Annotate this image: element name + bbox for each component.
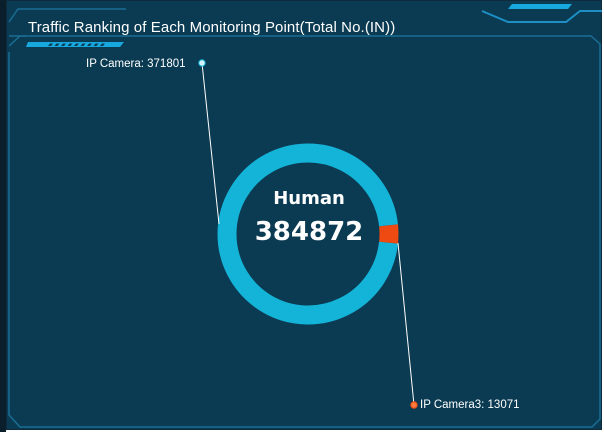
- callout-leader-ip-camera: [201, 62, 220, 225]
- callout-dot-ip-camera: [198, 59, 206, 67]
- callout-dot-ip-camera3: [410, 401, 418, 409]
- donut-center-label: Human: [273, 188, 345, 209]
- callout-label-ip-camera: IP Camera: 371801: [86, 58, 186, 70]
- traffic-ranking-panel: Traffic Ranking of Each Monitoring Point…: [6, 0, 602, 430]
- title-accent-solid: [26, 42, 124, 47]
- callout-label-ip-camera3: IP Camera3: 13071: [420, 399, 520, 411]
- title-underline-accent: [26, 42, 124, 47]
- dashboard-page: Traffic Ranking of Each Monitoring Point…: [0, 0, 604, 432]
- top-right-accent-bracket: [481, 10, 602, 23]
- panel-title: Traffic Ranking of Each Monitoring Point…: [28, 19, 396, 36]
- donut-total-value: 384872: [254, 217, 364, 247]
- top-right-accent-bar: [508, 4, 572, 9]
- title-accent-stripes: [48, 43, 105, 46]
- callout-leader-ip-camera3: [397, 242, 415, 406]
